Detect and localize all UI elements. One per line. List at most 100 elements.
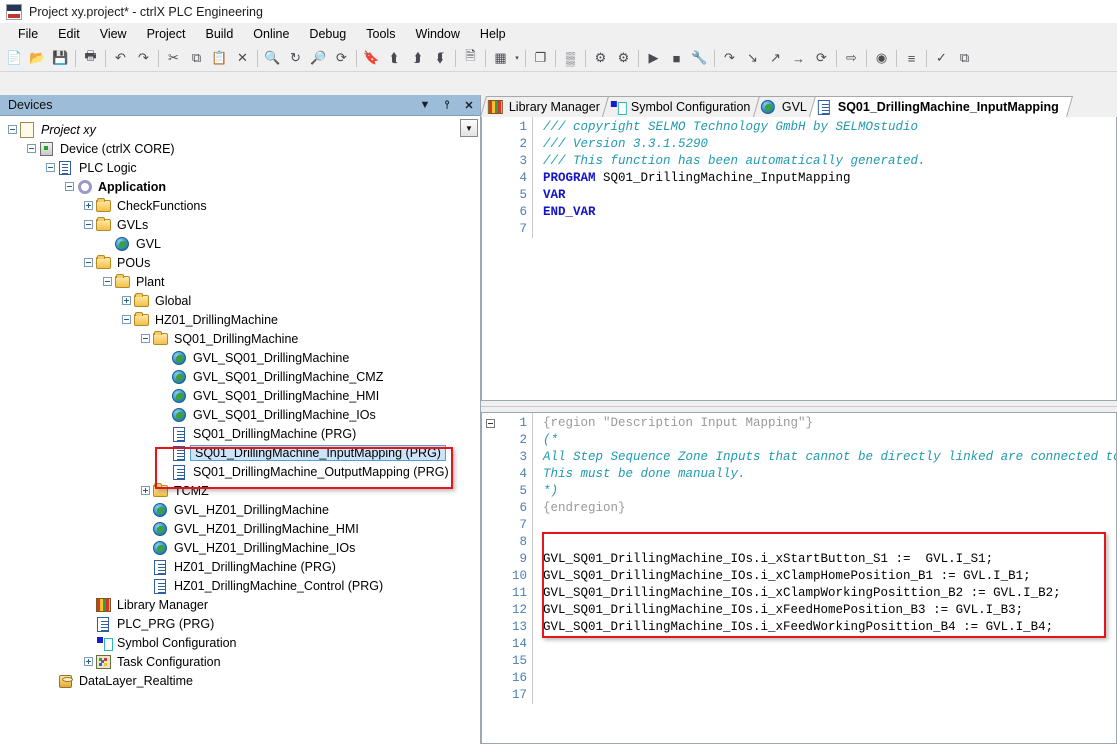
- print-icon[interactable]: 🖶: [79, 47, 102, 70]
- replace-icon[interactable]: ↻: [284, 47, 307, 70]
- menu-debug[interactable]: Debug: [299, 24, 356, 44]
- tree-item[interactable]: PLC_PRG (PRG): [0, 614, 480, 633]
- tree-item[interactable]: CheckFunctions: [0, 196, 480, 215]
- set-next-statement-icon[interactable]: ⟳: [810, 47, 833, 70]
- clear-bookmarks-icon[interactable]: ⮮: [429, 47, 452, 70]
- tree-item[interactable]: GVL_HZ01_DrillingMachine_IOs: [0, 538, 480, 557]
- tree-item[interactable]: Task Configuration: [0, 652, 480, 671]
- redo-icon[interactable]: ↷: [132, 47, 155, 70]
- menu-project[interactable]: Project: [137, 24, 196, 44]
- collapse-icon[interactable]: [122, 315, 131, 324]
- editor-tab-library-manager[interactable]: Library Manager: [481, 96, 615, 117]
- collapse-icon[interactable]: [103, 277, 112, 286]
- menu-online[interactable]: Online: [243, 24, 299, 44]
- logout-icon[interactable]: ⚙: [612, 47, 635, 70]
- tree-item-selected[interactable]: SQ01_DrillingMachine_InputMapping (PRG): [0, 443, 480, 462]
- tree-item[interactable]: GVL: [0, 234, 480, 253]
- new-project-icon[interactable]: 📄: [3, 47, 26, 70]
- replace-in-project-icon[interactable]: ⟳: [330, 47, 353, 70]
- tree-item[interactable]: SQ01_DrillingMachine_OutputMapping (PRG): [0, 462, 480, 481]
- tree-item[interactable]: TCMZ: [0, 481, 480, 500]
- collapse-icon[interactable]: [8, 125, 17, 134]
- menu-file[interactable]: File: [8, 24, 48, 44]
- implementation-editor-pane[interactable]: 1 2 3 4 5 6 7 8 9 10 11 12 13 14 15 16 17 {region "Descr…: [481, 412, 1117, 744]
- tree-item[interactable]: GVL_SQ01_DrillingMachine: [0, 348, 480, 367]
- tree-item[interactable]: SQ01_DrillingMachine: [0, 329, 480, 348]
- tree-item[interactable]: HZ01_DrillingMachine_Control (PRG): [0, 576, 480, 595]
- expand-icon[interactable]: [141, 486, 150, 495]
- tree-item[interactable]: SQ01_DrillingMachine (PRG): [0, 424, 480, 443]
- tree-item[interactable]: GVL_SQ01_DrillingMachine_HMI: [0, 386, 480, 405]
- collapse-icon[interactable]: [84, 220, 93, 229]
- previous-bookmark-icon[interactable]: ⮬: [383, 47, 406, 70]
- tree-item[interactable]: Device (ctrlX CORE): [0, 139, 480, 158]
- step-out-icon[interactable]: ↗: [764, 47, 787, 70]
- task-deployment-icon[interactable]: ▒: [559, 47, 582, 70]
- dropdown-icon[interactable]: ▼: [414, 96, 436, 115]
- tree-item[interactable]: Project xy: [0, 120, 480, 139]
- tree-item[interactable]: POUs: [0, 253, 480, 272]
- build-icon[interactable]: ▦: [489, 47, 512, 70]
- tree-item[interactable]: Application: [0, 177, 480, 196]
- menu-help[interactable]: Help: [470, 24, 516, 44]
- tree-item[interactable]: Symbol Configuration: [0, 633, 480, 652]
- menu-view[interactable]: View: [90, 24, 137, 44]
- fold-region-icon[interactable]: [486, 419, 495, 428]
- collapse-icon[interactable]: [46, 163, 55, 172]
- find-icon[interactable]: 🔍: [261, 47, 284, 70]
- editor-tab-symbol-configuration[interactable]: Symbol Configuration: [602, 96, 765, 117]
- editor-tab-sq01-drillingmachine-inputmapping[interactable]: SQ01_DrillingMachine_InputMapping: [808, 96, 1073, 117]
- tree-item[interactable]: Library Manager: [0, 595, 480, 614]
- editor-splitter[interactable]: [481, 401, 1117, 412]
- tree-item[interactable]: Global: [0, 291, 480, 310]
- menu-window[interactable]: Window: [405, 24, 469, 44]
- run-to-cursor-icon[interactable]: →: [787, 47, 810, 70]
- tree-item[interactable]: GVL_HZ01_DrillingMachine: [0, 500, 480, 519]
- start-icon[interactable]: ▶: [642, 47, 665, 70]
- implementation-fold-column[interactable]: [482, 413, 500, 704]
- copy-icon[interactable]: ⧉: [185, 47, 208, 70]
- tree-item[interactable]: HZ01_DrillingMachine: [0, 310, 480, 329]
- collapse-icon[interactable]: [65, 182, 74, 191]
- generate-code-icon[interactable]: ❐: [529, 47, 552, 70]
- tree-item[interactable]: HZ01_DrillingMachine (PRG): [0, 557, 480, 576]
- tree-item[interactable]: GVL_SQ01_DrillingMachine_IOs: [0, 405, 480, 424]
- declaration-editor-pane[interactable]: 1 2 3 4 5 6 7 /// copyright SELMO Technology G…: [481, 117, 1117, 401]
- pin-icon[interactable]: ⫯: [436, 96, 458, 115]
- step-over-icon[interactable]: ↷: [718, 47, 741, 70]
- tree-item[interactable]: GVL_SQ01_DrillingMachine_CMZ: [0, 367, 480, 386]
- collapse-icon[interactable]: [27, 144, 36, 153]
- tree-item[interactable]: Plant: [0, 272, 480, 291]
- open-project-icon[interactable]: 📂: [26, 47, 49, 70]
- login-icon[interactable]: ⚙: [589, 47, 612, 70]
- menu-build[interactable]: Build: [195, 24, 243, 44]
- expand-icon[interactable]: [84, 657, 93, 666]
- build-dropdown-icon[interactable]: ▾: [512, 47, 522, 70]
- toggle-breakpoint-icon[interactable]: ◉: [870, 47, 893, 70]
- expand-icon[interactable]: [122, 296, 131, 305]
- single-cycle-icon[interactable]: ⧉: [953, 47, 976, 70]
- stop-icon[interactable]: ■: [665, 47, 688, 70]
- menu-edit[interactable]: Edit: [48, 24, 90, 44]
- tree-item[interactable]: PLC Logic: [0, 158, 480, 177]
- collapse-icon[interactable]: [84, 258, 93, 267]
- step-into-icon[interactable]: ↘: [741, 47, 764, 70]
- tree-item[interactable]: GVL_HZ01_DrillingMachine_HMI: [0, 519, 480, 538]
- close-icon[interactable]: ✕: [458, 96, 480, 115]
- tree-item[interactable]: DataLayer_Realtime: [0, 671, 480, 690]
- project-information-icon[interactable]: 🗎: [459, 47, 482, 70]
- save-project-icon[interactable]: 💾: [49, 47, 72, 70]
- undo-icon[interactable]: ↶: [109, 47, 132, 70]
- force-values-icon[interactable]: ✓: [930, 47, 953, 70]
- tree-item[interactable]: GVLs: [0, 215, 480, 234]
- show-next-statement-icon[interactable]: ⇨: [840, 47, 863, 70]
- find-in-project-icon[interactable]: 🔎: [307, 47, 330, 70]
- write-values-icon[interactable]: ≡: [900, 47, 923, 70]
- delete-icon[interactable]: ✕: [231, 47, 254, 70]
- declaration-code-text[interactable]: /// copyright SELMO Technology GmbH by S…: [533, 117, 1116, 238]
- implementation-code-text[interactable]: {region "Description Input Mapping"} (* Al…: [533, 413, 1116, 704]
- toggle-bookmark-icon[interactable]: 🔖: [360, 47, 383, 70]
- collapse-icon[interactable]: [141, 334, 150, 343]
- paste-icon[interactable]: 📋: [208, 47, 231, 70]
- debug-tools-icon[interactable]: 🔧: [688, 47, 711, 70]
